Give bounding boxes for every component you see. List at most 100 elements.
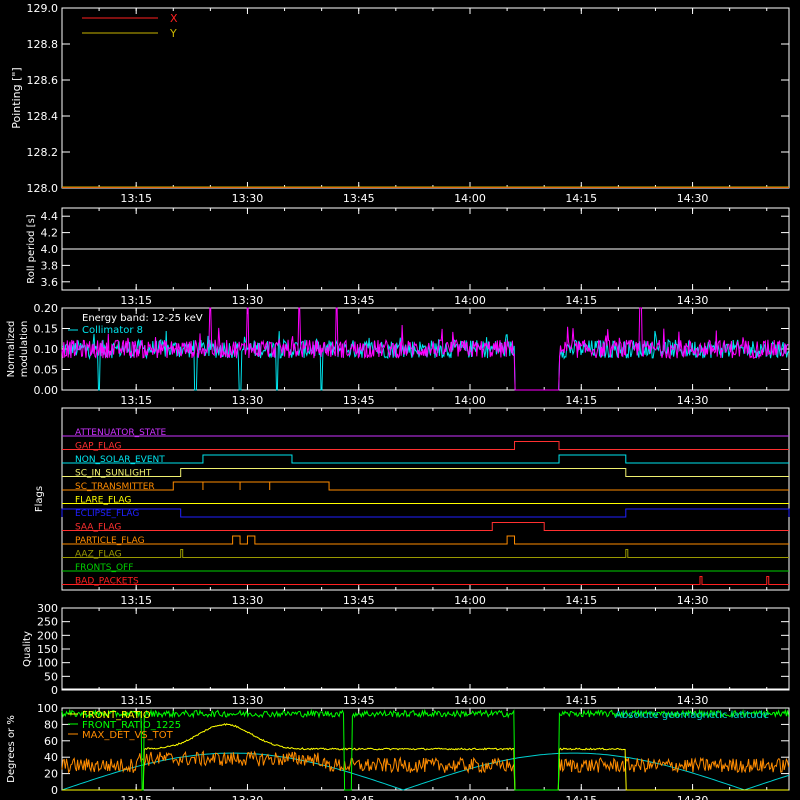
x-tick-label: 14:15 [565, 294, 597, 307]
y-tick-label: 0.15 [34, 323, 59, 336]
y-tick-label: 0.05 [34, 364, 59, 377]
y-tick-label: 100 [37, 657, 58, 670]
x-tick-label: 14:00 [454, 394, 486, 407]
modulation-panel: 0.00 0.05 0.10 0.15 0.20 13:15 13:30 13:45 14:0… [6, 302, 790, 407]
x-tick-label: 13:30 [232, 294, 264, 307]
x-tick-label: 13:45 [343, 594, 375, 607]
y-tick-label: 4.0 [41, 243, 59, 256]
x-tick-label: 13:30 [232, 192, 264, 205]
x-tick-label: 13:15 [120, 294, 152, 307]
x-tick-label: 14:15 [565, 394, 597, 407]
flag-line [62, 441, 789, 450]
flags-y-label: Flags [34, 486, 45, 512]
y-tick-label: 150 [37, 643, 58, 656]
flag-line [62, 454, 789, 464]
y-tick-label: 0 [51, 684, 58, 697]
y-tick-label: 250 [37, 616, 58, 629]
x-tick-label: 13:45 [343, 192, 375, 205]
quality-x-ticks: 13:15 13:30 13:45 14:00 14:15 14:30 [61, 608, 768, 707]
flag-line [62, 535, 789, 545]
x-tick-label: 13:30 [232, 594, 264, 607]
max-det-series [61, 750, 790, 791]
pointing-panel: 128.0 128.2 128.4 128.6 128.8 129.0 13:15 13:3… [10, 2, 790, 205]
y-tick-label: 0.10 [34, 343, 59, 356]
roll-x-ticks: 13:15 13:30 13:45 14:00 14:15 14:30 [61, 208, 768, 307]
flag-line [62, 522, 789, 531]
energy-band-annotation: Energy band: 12-25 keV [82, 313, 203, 324]
y-tick-label: 0 [51, 784, 58, 797]
y-tick-label: 0.20 [34, 302, 59, 315]
x-tick-label: 14:30 [677, 192, 709, 205]
y-tick-label: 40 [44, 751, 58, 764]
pointing-y-label: Pointing ["] [10, 67, 23, 128]
x-tick-label: 13:15 [120, 394, 152, 407]
y-tick-label: 4.4 [41, 210, 59, 223]
modulation-y-label-1: Normalized [6, 321, 17, 378]
flag-line [62, 549, 789, 558]
x-tick-label: 14:00 [454, 594, 486, 607]
pointing-x-ticks: 13:15 13:30 13:45 14:00 14:15 14:30 [61, 8, 768, 205]
x-tick-label: 14:30 [677, 694, 709, 707]
roll-period-panel: 3.6 3.8 4.0 4.2 4.4 13:15 13:30 13:45 14:00 14:1… [26, 207, 790, 307]
y-tick-label: 20 [44, 768, 58, 781]
y-tick-label: 128.6 [27, 74, 59, 87]
x-tick-label: 14:30 [677, 794, 709, 800]
x-tick-label: 13:15 [120, 192, 152, 205]
roll-y-label: Roll period [s] [26, 214, 37, 283]
x-tick-label: 13:30 [232, 794, 264, 800]
y-tick-label: 3.6 [41, 276, 59, 289]
ratio-panel: 0 20 40 60 80 100 13:15 13:30 13:45 14:00 14:15 14… [6, 702, 790, 800]
x-tick-label: 14:15 [565, 794, 597, 800]
x-tick-label: 14:00 [454, 192, 486, 205]
legend-x-label: X [170, 12, 178, 25]
y-tick-label: 128.8 [27, 38, 59, 51]
y-tick-label: 200 [37, 629, 58, 642]
y-tick-label: 3.8 [41, 259, 59, 272]
y-tick-label: 128.4 [27, 110, 59, 123]
x-tick-label: 14:15 [565, 594, 597, 607]
flags-panel: 13:15 13:30 13:45 14:00 14:15 14:30 ATTENUATO… [34, 407, 790, 607]
pointing-y-ticks: 128.0 128.2 128.4 128.6 128.8 129.0 [27, 2, 789, 195]
flags-x-ticks: 13:15 13:30 13:45 14:00 14:15 14:30 [61, 408, 768, 607]
x-tick-label: 14:30 [677, 594, 709, 607]
quality-plot-frame [61, 607, 790, 691]
x-tick-label: 14:15 [565, 192, 597, 205]
flag-line [62, 481, 789, 491]
x-tick-label: 14:15 [565, 694, 597, 707]
flag-label: ECLIPSE_FLAG [75, 509, 139, 519]
quality-y-label: Quality [22, 631, 33, 667]
x-tick-label: 14:00 [454, 294, 486, 307]
y-tick-label: 50 [44, 670, 58, 683]
x-tick-label: 13:30 [232, 694, 264, 707]
x-tick-label: 13:15 [120, 694, 152, 707]
legend-max-det: MAX_DET_VS_TOT [82, 730, 174, 741]
multi-panel-chart: 128.0 128.2 128.4 128.6 128.8 129.0 13:15 13:3… [6, 2, 790, 800]
flag-line [61, 508, 790, 518]
quality-y-ticks: 050100150200250300 [37, 602, 789, 697]
x-tick-label: 13:45 [343, 694, 375, 707]
x-tick-label: 13:45 [343, 294, 375, 307]
y-tick-label: 0.00 [34, 384, 59, 397]
x-tick-label: 14:00 [454, 694, 486, 707]
flags-series: ATTENUATOR_STATEGAP_FLAGNON_SOLAR_EVENTS… [61, 428, 790, 587]
x-tick-label: 13:30 [232, 394, 264, 407]
y-tick-label: 128.2 [27, 146, 59, 159]
collimator-annotation: Collimator 8 [82, 325, 143, 336]
ratio-y-label: Degrees or % [6, 715, 17, 783]
x-tick-label: 13:45 [343, 794, 375, 800]
x-tick-label: 14:30 [677, 394, 709, 407]
legend-y-label: Y [169, 27, 177, 40]
y-tick-label: 4.2 [41, 227, 59, 240]
x-tick-label: 13:15 [120, 794, 152, 800]
legend-geomagnetic-latitude: Absolute geomagnetic latitude [615, 710, 769, 721]
flags-plot-frame [61, 407, 790, 591]
x-tick-label: 14:30 [677, 294, 709, 307]
x-tick-label: 13:45 [343, 394, 375, 407]
x-tick-label: 14:00 [454, 794, 486, 800]
y-tick-label: 100 [37, 702, 58, 715]
quality-panel: 050100150200250300 13:15 13:30 13:45 14:00 1… [22, 602, 790, 707]
y-tick-label: 60 [44, 735, 58, 748]
y-tick-label: 80 [44, 718, 58, 731]
modulation-y-label-2: modulation [19, 321, 30, 378]
y-tick-label: 300 [37, 602, 58, 615]
